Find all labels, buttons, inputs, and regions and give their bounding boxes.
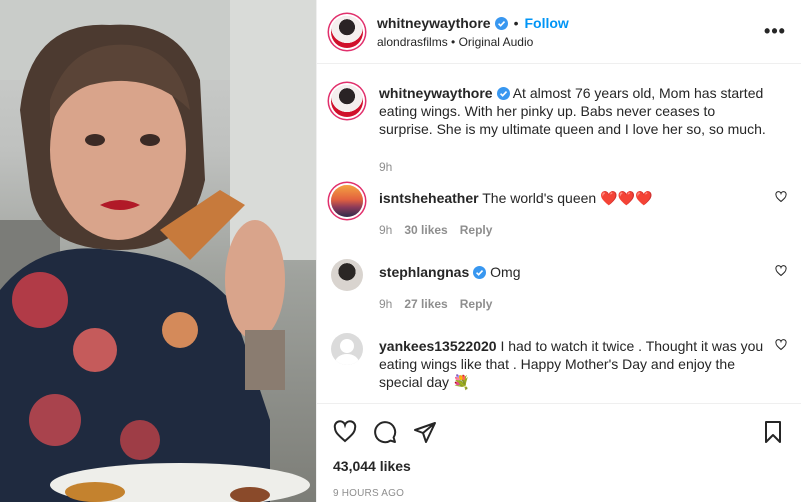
comment-text: The world's queen ❤️❤️❤️ xyxy=(482,190,653,206)
comment-avatar[interactable] xyxy=(331,333,363,365)
audio-account-link[interactable]: alondrasfilms xyxy=(377,35,448,49)
post-header: whitneywaythore • Follow alondrasfilms •… xyxy=(317,0,801,64)
post-actions: 43,044 likes 9 HOURS AGO xyxy=(317,403,801,499)
comment-text: Omg xyxy=(490,264,521,280)
comment-avatar[interactable] xyxy=(331,185,363,217)
comment-username[interactable]: yankees13522020 xyxy=(379,338,497,354)
comment-like-heart-icon[interactable] xyxy=(775,339,787,351)
comment-reply-button[interactable]: Reply xyxy=(460,295,493,313)
save-bookmark-icon[interactable] xyxy=(761,420,785,444)
like-heart-icon[interactable] xyxy=(333,420,357,444)
comment-item: stephlangnas Omg 9h 27 likes Reply xyxy=(331,259,787,333)
follow-button[interactable]: Follow xyxy=(525,15,569,31)
video-frame-image xyxy=(0,0,316,502)
post-video[interactable] xyxy=(0,0,316,502)
comment-username[interactable]: isntsheheather xyxy=(379,190,479,206)
comment-reply-button[interactable]: Reply xyxy=(460,221,493,239)
more-options-icon[interactable]: ••• xyxy=(763,20,787,44)
audio-separator: • xyxy=(451,35,456,49)
author-username[interactable]: whitneywaythore xyxy=(377,15,491,31)
comment-username[interactable]: stephlangnas xyxy=(379,264,469,280)
post-timestamp[interactable]: 9 HOURS AGO xyxy=(333,488,785,499)
comment-like-heart-icon[interactable] xyxy=(775,191,787,203)
post: whitneywaythore • Follow alondrasfilms •… xyxy=(0,0,801,502)
caption-age: 9h xyxy=(379,160,393,174)
verified-badge-icon xyxy=(496,87,510,100)
comment-age: 9h xyxy=(379,223,393,237)
comment-item: yankees13522020 I had to watch it twice … xyxy=(331,333,787,391)
caption: whitneywaythore At almost 76 years old, … xyxy=(331,81,787,185)
comment-likes-link[interactable]: 27 likes xyxy=(404,295,447,313)
comment-age: 9h xyxy=(379,297,393,311)
comments-list[interactable]: whitneywaythore At almost 76 years old, … xyxy=(317,65,801,403)
share-paper-plane-icon[interactable] xyxy=(413,420,437,444)
verified-badge-icon xyxy=(494,16,508,30)
post-sidebar: whitneywaythore • Follow alondrasfilms •… xyxy=(316,0,801,502)
author-avatar[interactable] xyxy=(331,15,363,48)
separator-dot: • xyxy=(513,15,519,31)
comment-item: isntsheheather The world's queen ❤️❤️❤️ … xyxy=(331,185,787,259)
comment-bubble-icon[interactable] xyxy=(373,420,397,444)
comment-like-heart-icon[interactable] xyxy=(775,265,787,277)
caption-username[interactable]: whitneywaythore xyxy=(379,85,493,101)
likes-count[interactable]: 43,044 likes xyxy=(333,458,785,474)
comment-avatar[interactable] xyxy=(331,259,363,291)
comment-likes-link[interactable]: 30 likes xyxy=(404,221,447,239)
audio-title-link[interactable]: Original Audio xyxy=(459,35,534,49)
caption-avatar[interactable] xyxy=(331,85,363,117)
verified-badge-icon xyxy=(473,266,487,279)
